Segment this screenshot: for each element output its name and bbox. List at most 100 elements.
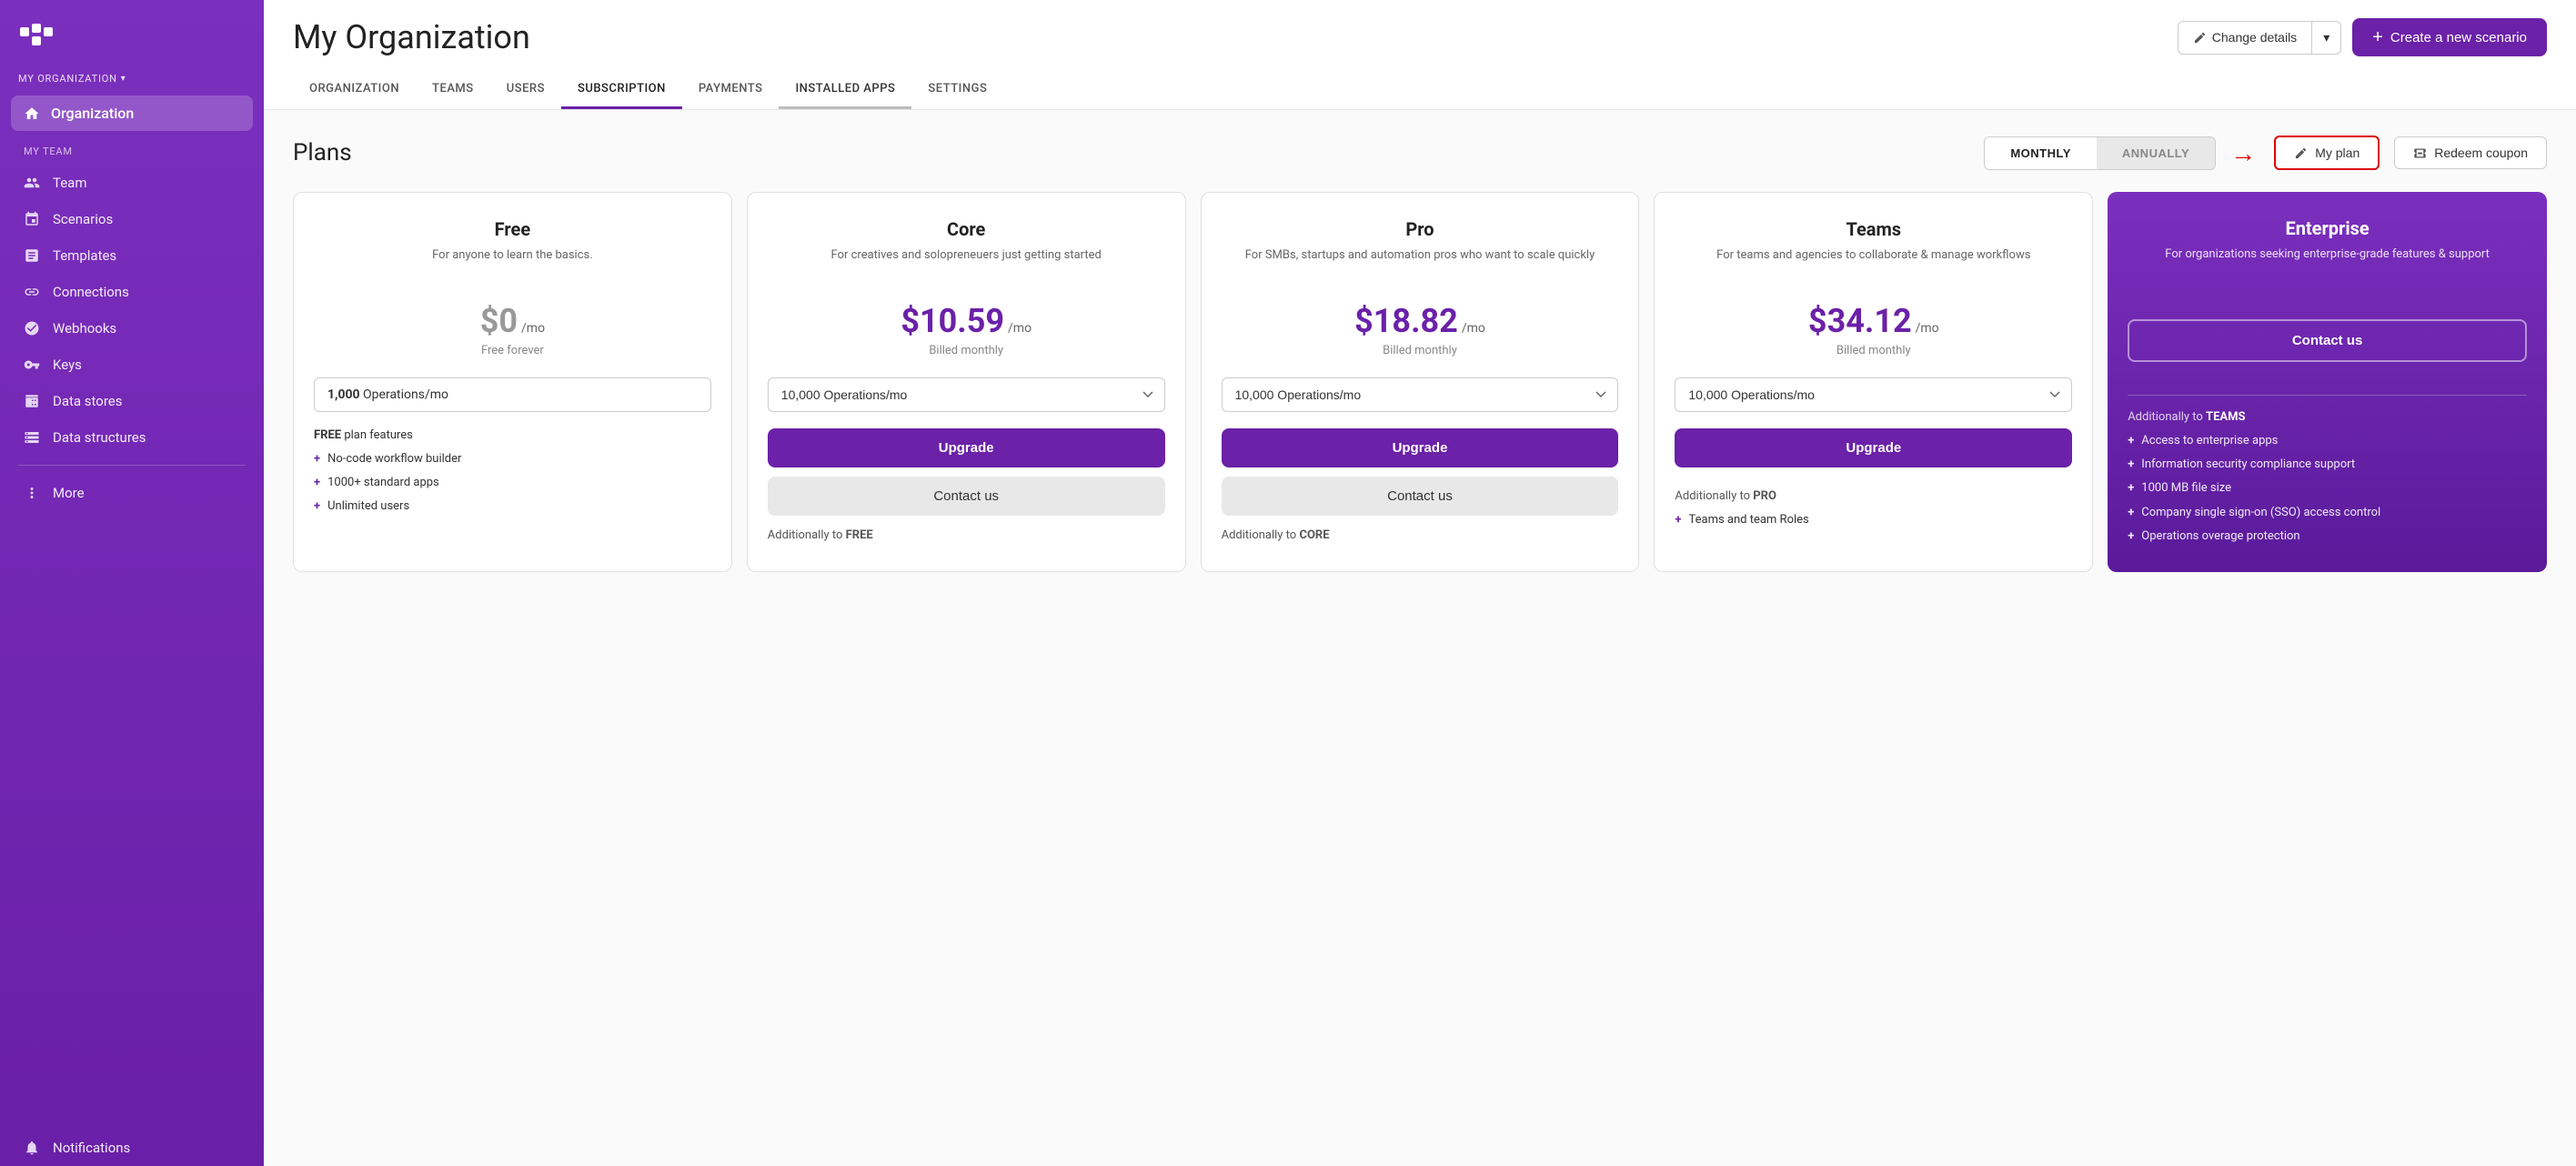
sidebar-divider [18, 465, 246, 466]
free-feature-3: + Unlimited users [314, 498, 711, 515]
core-upgrade-button[interactable]: Upgrade [768, 428, 1165, 467]
more-label: More [53, 485, 85, 501]
teams-price-period: /mo [1916, 321, 1939, 336]
sidebar-item-keys[interactable]: Keys [0, 347, 264, 383]
plan-card-pro: Pro For SMBs, startups and automation pr… [1201, 192, 1640, 572]
sidebar-item-more[interactable]: More [0, 475, 264, 511]
core-price-period: /mo [1008, 321, 1031, 336]
tab-organization[interactable]: ORGANIZATION [293, 71, 416, 109]
ent-plus-3: + [2128, 480, 2134, 497]
enterprise-feature-4: + Company single sign-on (SSO) access co… [2128, 505, 2527, 521]
teams-price-amount: $34.12 [1808, 302, 1912, 340]
pro-price-period: /mo [1462, 321, 1485, 336]
redeem-coupon-button[interactable]: Redeem coupon [2394, 136, 2547, 169]
sidebar-item-organization[interactable]: Organization [11, 95, 253, 131]
tab-subscription[interactable]: SUBSCRIPTION [561, 71, 682, 109]
my-plan-button[interactable]: My plan [2274, 136, 2380, 170]
annually-toggle[interactable]: ANNUALLY [2097, 137, 2215, 169]
chevron-down-icon: ▾ [121, 74, 126, 84]
core-contact-button[interactable]: Contact us [768, 477, 1165, 516]
plan-card-free: Free For anyone to learn the basics. $0 … [293, 192, 732, 572]
core-plan-desc: For creatives and solopreneuers just get… [768, 247, 1165, 280]
sidebar-item-team[interactable]: Team [0, 165, 264, 201]
pro-plan-billing: Billed monthly [1222, 344, 1619, 357]
free-features-title: FREE plan features [314, 428, 711, 442]
main-content: My Organization Change details ▾ + Creat… [264, 0, 2576, 1166]
plans-grid: Free For anyone to learn the basics. $0 … [293, 192, 2547, 572]
teams-plan-desc: For teams and agencies to collaborate & … [1675, 247, 2072, 280]
teams-plan-name: Teams [1675, 218, 2072, 240]
sidebar-item-templates[interactable]: Templates [0, 237, 264, 274]
sidebar-item-connections[interactable]: Connections [0, 274, 264, 310]
free-price-period: /mo [521, 321, 545, 336]
org-section: MY ORGANIZATION ▾ [0, 65, 264, 95]
pro-plan-desc: For SMBs, startups and automation pros w… [1222, 247, 1619, 280]
ent-plus-4: + [2128, 505, 2134, 521]
notifications-label: Notifications [53, 1140, 130, 1156]
tab-users[interactable]: USERS [490, 71, 561, 109]
team-label: Team [53, 175, 87, 191]
pro-ops-select[interactable]: 10,000 Operations/mo 25,000 Operations/m… [1222, 377, 1619, 412]
billing-toggle: MONTHLY ANNUALLY [1984, 136, 2216, 170]
edit-icon [2193, 31, 2207, 45]
enterprise-divider [2128, 395, 2527, 396]
notifications-icon [24, 1140, 40, 1156]
content-area: Plans MONTHLY ANNUALLY → My plan Redeem … [264, 110, 2576, 1166]
core-plan-price: $10.59 /mo [768, 302, 1165, 340]
sidebar-item-notifications[interactable]: Notifications [0, 1130, 264, 1166]
enterprise-plan-desc: For organizations seeking enterprise-gra… [2128, 246, 2527, 279]
org-label[interactable]: MY ORGANIZATION ▾ [18, 73, 246, 85]
nav-tabs: ORGANIZATION TEAMS USERS SUBSCRIPTION PA… [293, 71, 2547, 109]
header-actions: Change details ▾ + Create a new scenario [2178, 18, 2547, 56]
core-plan-name: Core [768, 218, 1165, 240]
core-additionally: Additionally to FREE [768, 528, 1165, 542]
sidebar-item-scenarios[interactable]: Scenarios [0, 201, 264, 237]
sidebar-item-webhooks[interactable]: Webhooks [0, 310, 264, 347]
pro-price-amount: $18.82 [1354, 302, 1458, 340]
plan-card-enterprise: Enterprise For organizations seeking ent… [2108, 192, 2547, 572]
page-title: My Organization [293, 18, 530, 56]
enterprise-feature-3: + 1000 MB file size [2128, 480, 2527, 497]
enterprise-feature-5: + Operations overage protection [2128, 528, 2527, 545]
teams-plan-price: $34.12 /mo [1675, 302, 2072, 340]
plans-right: MONTHLY ANNUALLY → My plan Redeem coupon [1984, 136, 2547, 170]
sidebar-active-label: Organization [51, 105, 134, 122]
scenarios-label: Scenarios [53, 211, 113, 227]
header-top: My Organization Change details ▾ + Creat… [293, 18, 2547, 56]
free-plan-price: $0 /mo [314, 302, 711, 340]
logo-area[interactable] [0, 0, 264, 65]
teams-plus-icon: + [1675, 512, 1681, 528]
change-details-dropdown-button[interactable]: ▾ [2312, 21, 2341, 55]
core-ops-select[interactable]: 10,000 Operations/mo 25,000 Operations/m… [768, 377, 1165, 412]
change-details-button[interactable]: Change details [2178, 21, 2312, 55]
plans-title: Plans [293, 139, 352, 166]
tab-teams[interactable]: TEAMS [416, 71, 490, 109]
enterprise-additionally: Additionally to TEAMS [2128, 410, 2527, 424]
teams-ops-select[interactable]: 10,000 Operations/mo 25,000 Operations/m… [1675, 377, 2072, 412]
plus-icon-2: + [314, 475, 320, 491]
data-stores-label: Data stores [53, 393, 123, 409]
teams-upgrade-button[interactable]: Upgrade [1675, 428, 2072, 467]
tab-installed-apps[interactable]: INSTALLED APPS [779, 71, 911, 109]
tab-settings[interactable]: SETTINGS [911, 71, 1003, 109]
my-plan-edit-icon [2294, 146, 2308, 160]
sidebar: MY ORGANIZATION ▾ Organization MY TEAM T… [0, 0, 264, 1166]
enterprise-feature-2: + Information security compliance suppor… [2128, 457, 2527, 473]
monthly-toggle[interactable]: MONTHLY [1985, 137, 2097, 169]
sidebar-item-data-structures[interactable]: Data structures [0, 419, 264, 456]
pro-contact-button[interactable]: Contact us [1222, 477, 1619, 516]
ent-plus-2: + [2128, 457, 2134, 473]
create-scenario-button[interactable]: + Create a new scenario [2352, 18, 2547, 56]
keys-label: Keys [53, 357, 82, 373]
pro-upgrade-button[interactable]: Upgrade [1222, 428, 1619, 467]
core-price-amount: $10.59 [901, 302, 1004, 340]
teams-additionally: Additionally to PRO [1675, 489, 2072, 503]
change-details-group: Change details ▾ [2178, 21, 2341, 55]
free-plan-billing: Free forever [314, 344, 711, 357]
sidebar-item-data-stores[interactable]: Data stores [0, 383, 264, 419]
more-icon [24, 485, 40, 501]
arrow-icon: → [2230, 138, 2256, 168]
enterprise-contact-button[interactable]: Contact us [2128, 319, 2527, 362]
tab-payments[interactable]: PAYMENTS [682, 71, 780, 109]
teams-feature-1: + Teams and team Roles [1675, 512, 2072, 528]
